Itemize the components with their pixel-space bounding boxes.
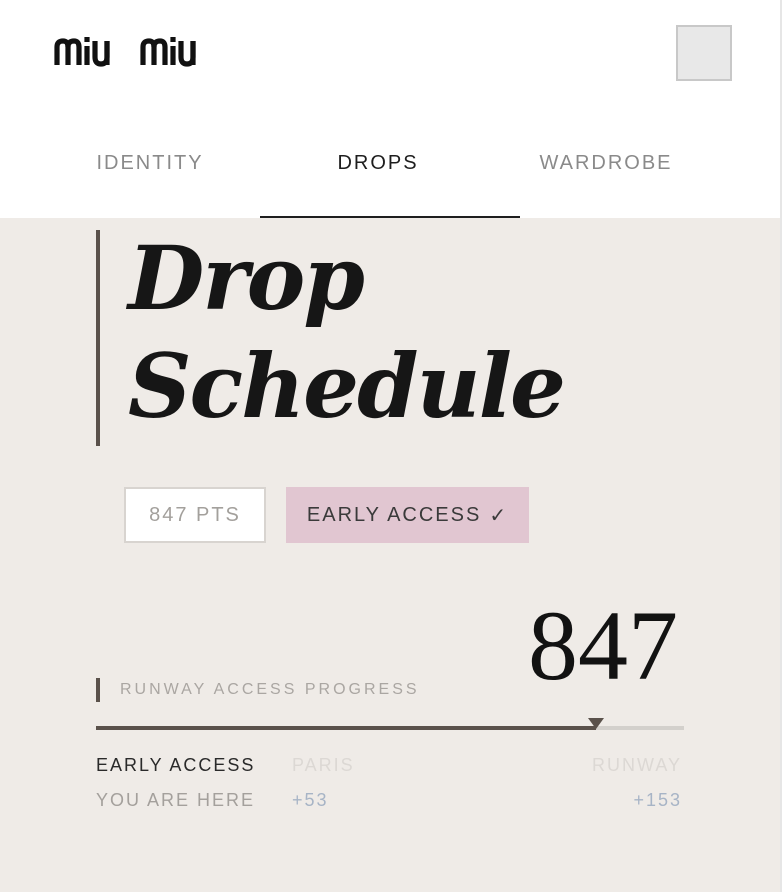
points-badge: 847 PTS	[124, 487, 266, 543]
tier-next-label: PARIS	[292, 755, 355, 775]
tab-drops[interactable]: DROPS	[264, 140, 492, 218]
page-title-line-2: Schedule	[128, 334, 566, 438]
tier-current-sub: YOU ARE HERE	[96, 790, 256, 810]
miu-miu-logo[interactable]	[54, 36, 214, 68]
early-access-badge: EARLY ACCESS ✓	[286, 487, 529, 543]
drops-panel: Drop Schedule 847 PTS EARLY ACCESS ✓ 847…	[0, 218, 780, 892]
tab-identity[interactable]: IDENTITY	[36, 140, 264, 218]
tier-final-label: RUNWAY	[592, 755, 682, 775]
main-tabs: IDENTITY DROPS WARDROBE	[36, 140, 746, 218]
menu-button[interactable]	[676, 25, 732, 81]
progress-label: RUNWAY ACCESS PROGRESS	[120, 681, 420, 698]
logo-wordmark-icon	[54, 37, 196, 67]
points-total: 847	[528, 590, 678, 701]
app-header: IDENTITY DROPS WARDROBE	[0, 0, 780, 218]
tier-final-points: +153	[633, 790, 682, 810]
tab-wardrobe[interactable]: WARDROBE	[492, 140, 720, 218]
title-accent-bar	[96, 230, 100, 446]
progress-marker-icon	[588, 718, 604, 729]
page-title-line-1: Drop	[128, 226, 365, 330]
tier-next-points: +53	[292, 790, 329, 810]
check-icon: ✓	[489, 504, 509, 527]
progress-fill	[96, 726, 596, 730]
page-title: Drop Schedule	[128, 224, 566, 440]
progress-label-accent	[96, 678, 100, 702]
early-access-label: EARLY ACCESS	[306, 503, 482, 526]
tier-current-label: EARLY ACCESS	[96, 755, 256, 775]
